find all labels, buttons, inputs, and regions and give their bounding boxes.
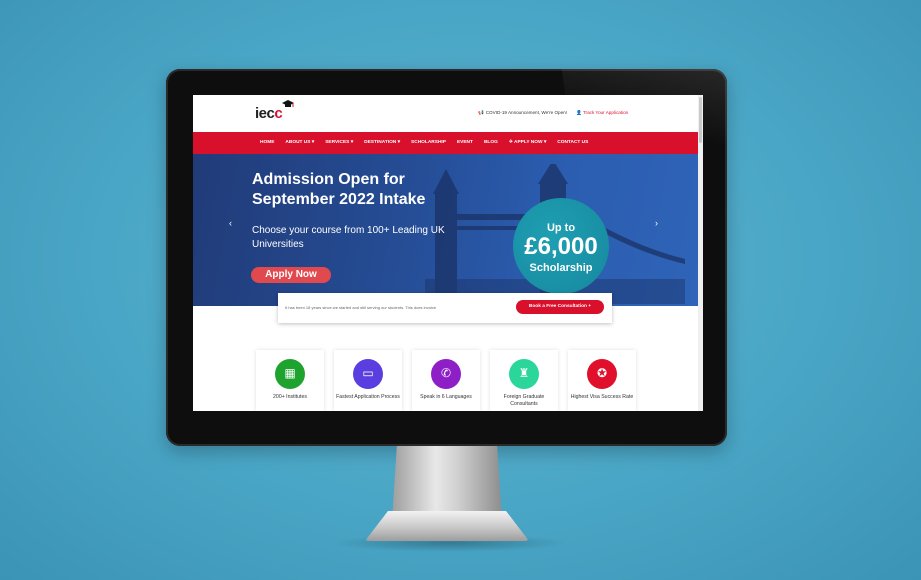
hero-title: Admission Open for September 2022 Intake — [252, 171, 426, 208]
user-icon: 👤 — [576, 110, 583, 115]
hero-subtitle: Choose your course from 100+ Leading UK … — [252, 225, 445, 250]
feature-card-languages[interactable]: ✆ Speak in 6 Languages — [412, 350, 480, 411]
slider-next-arrow[interactable]: › — [655, 218, 658, 228]
feature-card-visa[interactable]: ✪ Highest Visa Success Rate — [568, 350, 636, 411]
nav-about-us[interactable]: ABOUT US ▾ — [285, 140, 314, 145]
site-logo[interactable]: iecc — [255, 105, 283, 122]
nav-blog[interactable]: BLOG — [484, 140, 498, 145]
nav-services[interactable]: SERVICES ▾ — [325, 140, 353, 145]
slider-prev-arrow[interactable]: ‹ — [229, 218, 232, 228]
page-scrollbar[interactable] — [698, 95, 703, 411]
monitor-stand-neck — [392, 446, 502, 516]
monitor-stand-base — [365, 511, 529, 541]
book-consultation-button[interactable]: Book a Free Consultation + — [516, 300, 604, 314]
phone-icon: ✆ — [431, 359, 461, 389]
badge-scholarship: Scholarship — [529, 262, 593, 274]
building-icon: ▦ — [275, 359, 305, 389]
feature-card-application[interactable]: ▭ Fastest Application Process — [334, 350, 402, 411]
feature-label: Highest Visa Success Rate — [570, 394, 634, 400]
nav-destination[interactable]: DESTINATION ▾ — [364, 140, 400, 145]
feature-label: Foreign Graduate Consultants — [503, 394, 545, 407]
graduates-icon: ♜ — [509, 359, 539, 389]
graduation-cap-icon — [282, 100, 294, 107]
nav-scholarship[interactable]: SCHOLARSHIP — [411, 140, 446, 145]
feature-label: 200+ Institutes — [273, 394, 307, 400]
hero-banner: Admission Open for September 2022 Intake… — [193, 154, 703, 306]
nav-apply-now[interactable]: ✈ APPLY NOW ▾ — [509, 140, 546, 145]
scrollbar-thumb[interactable] — [699, 97, 702, 143]
feature-label: Speak in 6 Languages — [420, 394, 472, 400]
logo-text: iec — [255, 105, 275, 122]
info-text: It has been 18 years since we started an… — [285, 305, 437, 310]
covid-announcement[interactable]: 📢 COVID-19 Announcement, We're Open! — [478, 110, 567, 116]
feature-card-consultants[interactable]: ♜ Foreign Graduate Consultants — [490, 350, 558, 411]
visa-badge-icon: ✪ — [587, 359, 617, 389]
track-text: Track Your Application — [582, 110, 629, 115]
track-application-link[interactable]: 👤 Track Your Application — [576, 110, 628, 116]
website-screen: iecc 📢 COVID-19 Announcement, We're Open!… — [193, 95, 703, 411]
feature-card-institutes[interactable]: ▦ 200+ Institutes — [256, 350, 324, 411]
main-navigation: HOME ABOUT US ▾ SERVICES ▾ DESTINATION ▾… — [193, 132, 703, 154]
scholarship-badge: Up to £6,000 Scholarship — [513, 198, 609, 294]
megaphone-icon: 📢 — [478, 110, 484, 115]
apply-now-button[interactable]: Apply Now — [251, 267, 331, 283]
feature-label: Fastest Application Process — [336, 394, 400, 400]
monitor-frame: iecc 📢 COVID-19 Announcement, We're Open!… — [166, 69, 727, 446]
laptop-icon: ▭ — [353, 359, 383, 389]
nav-home[interactable]: HOME — [260, 140, 274, 145]
nav-event[interactable]: EVENT — [457, 140, 473, 145]
info-bar: It has been 18 years since we started an… — [278, 293, 612, 323]
covid-text: COVID-19 Announcement, We're Open! — [485, 110, 567, 115]
badge-amount: £6,000 — [524, 233, 598, 260]
site-topbar: iecc 📢 COVID-19 Announcement, We're Open!… — [193, 95, 703, 132]
nav-contact-us[interactable]: CONTACT US — [557, 140, 588, 145]
